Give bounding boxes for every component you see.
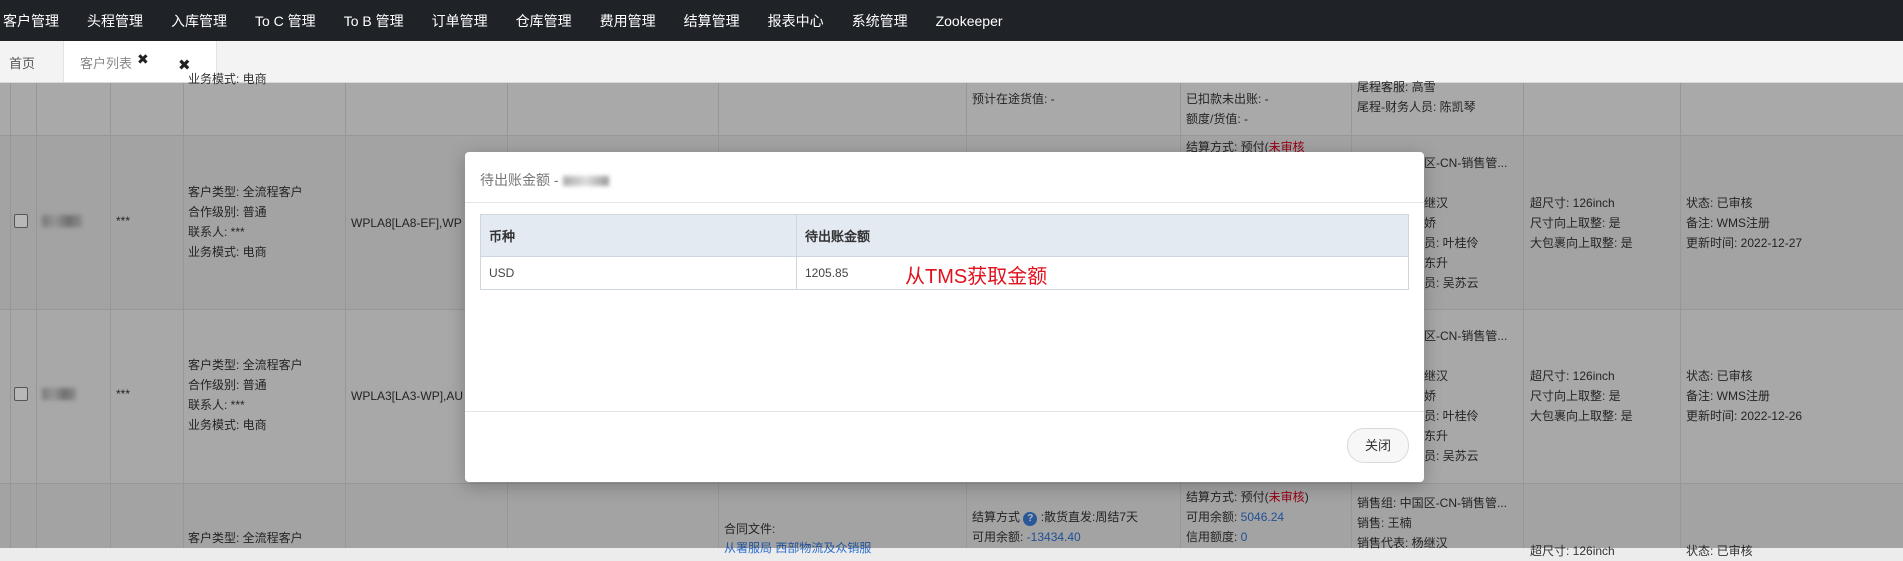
column-pending-amount: 待出账金额 bbox=[796, 214, 1409, 257]
nav-fees[interactable]: 费用管理 bbox=[586, 11, 670, 31]
top-navigation: 客户管理 头程管理 入库管理 To C 管理 To B 管理 订单管理 仓库管理… bbox=[0, 0, 1903, 41]
pending-billing-modal: 待出账金额 - 币种 待出账金额 USD 1205.85 从TMS获取金额 关闭 bbox=[465, 152, 1424, 482]
tab-close-icon[interactable]: ✖ bbox=[137, 36, 149, 82]
cell-currency: USD bbox=[480, 256, 797, 290]
column-currency: 币种 bbox=[480, 214, 797, 257]
nav-toc[interactable]: To C 管理 bbox=[241, 11, 330, 31]
nav-reports[interactable]: 报表中心 bbox=[754, 11, 838, 31]
annotation-text: 从TMS获取金额 bbox=[905, 266, 1048, 288]
nav-warehouse[interactable]: 仓库管理 bbox=[502, 11, 586, 31]
modal-footer: 关闭 bbox=[465, 411, 1424, 483]
cell-amount: 1205.85 bbox=[796, 256, 1409, 290]
modal-header: 待出账金额 - bbox=[465, 152, 1424, 203]
nav-customer-management[interactable]: 客户管理 bbox=[0, 11, 73, 31]
nav-inbound[interactable]: 入库管理 bbox=[157, 11, 241, 31]
modal-title: 待出账金额 - bbox=[480, 170, 609, 190]
nav-zookeeper[interactable]: Zookeeper bbox=[922, 13, 1017, 29]
nav-settlement[interactable]: 结算管理 bbox=[670, 11, 754, 31]
nav-system[interactable]: 系统管理 bbox=[838, 11, 922, 31]
close-button[interactable]: 关闭 bbox=[1347, 428, 1409, 463]
tab-home[interactable]: 首页 bbox=[0, 41, 44, 82]
masked-customer-name bbox=[562, 176, 609, 187]
tab-customer-list-label: 客户列表 bbox=[80, 56, 133, 71]
nav-first-leg[interactable]: 头程管理 bbox=[73, 11, 157, 31]
nav-orders[interactable]: 订单管理 bbox=[418, 11, 502, 31]
tab-bar: 首页 客户列表 ✖ ✖ bbox=[0, 41, 1903, 83]
nav-tob[interactable]: To B 管理 bbox=[330, 11, 418, 31]
